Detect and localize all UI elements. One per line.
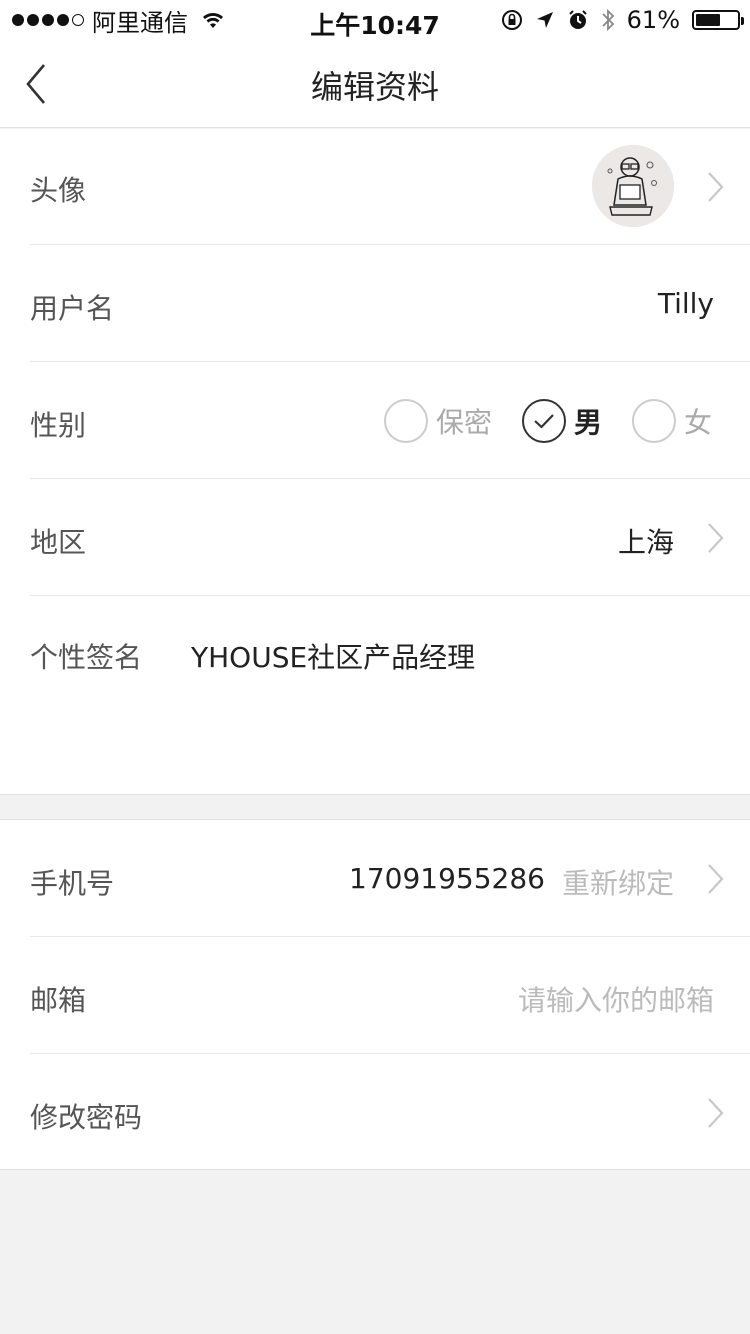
- signature-input[interactable]: YHOUSE社区产品经理: [191, 636, 475, 676]
- signature-label: 个性签名: [30, 641, 143, 674]
- radio-unchecked-icon: [383, 398, 428, 443]
- region-value: 上海: [617, 526, 674, 559]
- rebind-phone-link[interactable]: 重新绑定: [562, 862, 674, 902]
- phone-row[interactable]: 手机号 17091955286 重新绑定: [30, 820, 750, 937]
- checkmark-icon: [534, 413, 554, 429]
- email-row: 邮箱 请输入你的邮箱: [30, 937, 750, 1054]
- section-gap: [0, 795, 750, 819]
- radio-checked-icon: [521, 398, 566, 443]
- status-bar: 阿里通信 上午10:47 61%: [0, 0, 750, 40]
- signature-row: 个性签名 YHOUSE社区产品经理: [30, 596, 750, 795]
- chevron-right-icon: [708, 1098, 724, 1128]
- change-password-row[interactable]: 修改密码: [30, 1054, 750, 1171]
- status-right: 61%: [501, 0, 744, 40]
- navigation-bar: 编辑资料: [0, 40, 750, 128]
- region-label: 地区: [30, 526, 87, 559]
- chevron-right-icon: [708, 864, 724, 894]
- profile-section: 头像 用户名 Tilly 性别 保密 男 女 地区 上海 个性签名 YHOUSE…: [0, 129, 750, 795]
- battery-percent: 61%: [626, 6, 680, 34]
- gender-option-label: 保密: [435, 405, 492, 439]
- region-row[interactable]: 地区 上海: [30, 479, 750, 596]
- avatar-row[interactable]: 头像: [30, 129, 750, 245]
- gender-label: 性别: [30, 409, 87, 442]
- gender-option-label: 男: [573, 405, 602, 439]
- avatar-illustration: [592, 145, 674, 227]
- bluetooth-icon: [602, 8, 614, 32]
- gender-row: 性别 保密 男 女: [30, 362, 750, 479]
- gender-option-secret[interactable]: 保密: [383, 398, 492, 443]
- gender-option-male[interactable]: 男: [521, 398, 602, 443]
- gender-radio-group: 保密 男 女: [354, 362, 712, 479]
- battery-icon: [692, 10, 744, 30]
- account-section: 手机号 17091955286 重新绑定 邮箱 请输入你的邮箱 修改密码: [0, 819, 750, 1170]
- location-icon: [536, 12, 553, 28]
- avatar-label: 头像: [30, 174, 87, 207]
- username-row[interactable]: 用户名 Tilly: [30, 245, 750, 362]
- orientation-lock-icon: [501, 10, 522, 30]
- email-label: 邮箱: [30, 984, 87, 1017]
- radio-unchecked-icon: [631, 398, 676, 443]
- email-input[interactable]: 请输入你的邮箱: [518, 979, 714, 1019]
- chevron-right-icon: [708, 172, 724, 202]
- gender-option-female[interactable]: 女: [631, 398, 712, 443]
- username-value[interactable]: Tilly: [658, 287, 714, 320]
- page-title: 编辑资料: [310, 68, 439, 106]
- chevron-right-icon: [708, 523, 724, 553]
- phone-value: 17091955286: [349, 862, 545, 895]
- avatar[interactable]: [592, 145, 674, 227]
- gender-option-label: 女: [683, 405, 712, 439]
- phone-label: 手机号: [30, 867, 115, 900]
- username-label: 用户名: [30, 292, 115, 325]
- change-password-label: 修改密码: [30, 1101, 143, 1134]
- alarm-icon: [568, 10, 587, 29]
